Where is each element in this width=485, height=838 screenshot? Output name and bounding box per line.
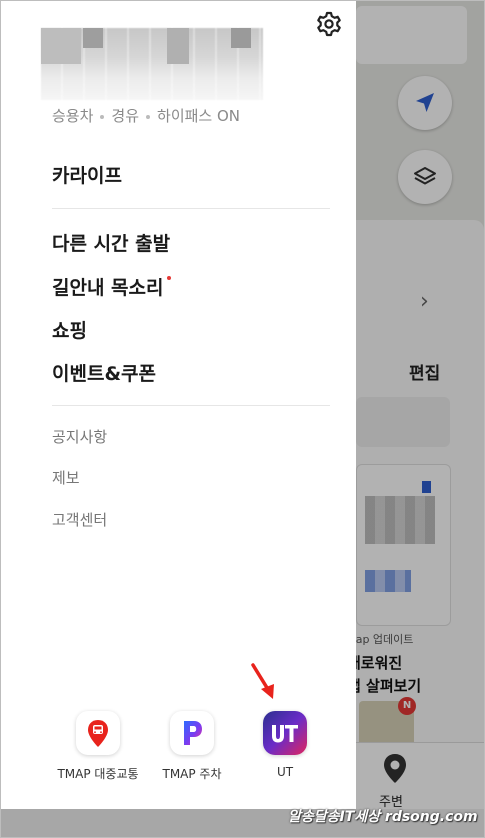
vehicle-type: 승용차 <box>52 107 94 125</box>
red-arrow-annotation <box>251 663 274 699</box>
menu-report[interactable]: 제보 <box>52 467 80 488</box>
shortcut-ut[interactable]: UT <box>235 711 335 779</box>
blur-block <box>231 28 251 48</box>
menu-events-coupons[interactable]: 이벤트&쿠폰 <box>52 359 156 386</box>
menu-notices[interactable]: 공지사항 <box>52 426 107 447</box>
blur-block <box>41 28 81 64</box>
shortcut-label: TMAP 대중교통 <box>57 767 139 781</box>
blur-block <box>83 28 103 48</box>
separator-dot <box>146 114 151 119</box>
gear-icon[interactable] <box>315 10 343 38</box>
shortcut-tmap-transit[interactable]: TMAP 대중교통 <box>48 711 148 782</box>
menu-guide-voice[interactable]: 길안내 목소리 <box>52 273 171 300</box>
side-drawer: 승용차 경유 하이패스 ON 카라이프 다른 시간 출발 길안내 목소리 쇼핑 이벤… <box>1 1 356 809</box>
new-indicator-dot <box>166 276 171 280</box>
shortcut-label: TMAP 주차 <box>162 767 222 781</box>
ut-logo-icon <box>263 711 307 755</box>
separator-dot <box>100 114 105 119</box>
divider <box>52 208 330 209</box>
shortcut-tmap-parking[interactable]: TMAP 주차 <box>142 711 242 782</box>
bus-stop-pin-icon <box>76 711 120 755</box>
menu-depart-later[interactable]: 다른 시간 출발 <box>52 229 170 256</box>
shortcut-label: UT <box>276 765 294 779</box>
divider <box>52 405 330 406</box>
hipass-status: 하이패스 ON <box>157 107 241 125</box>
menu-shopping[interactable]: 쇼핑 <box>52 316 87 343</box>
vehicle-info[interactable]: 승용차 경유 하이패스 ON <box>52 105 240 126</box>
parking-p-icon <box>170 711 214 755</box>
app-frame: › 편집 map 업데이트 새로워진 앱 살펴보기 N 주변 승용차 경유 하이… <box>0 0 485 838</box>
watermark: 알송달송IT세상 rdsong.com <box>288 809 478 825</box>
menu-customer-center[interactable]: 고객센터 <box>52 509 107 530</box>
blur-block <box>167 28 189 64</box>
menu-guide-voice-label: 길안내 목소리 <box>52 277 164 299</box>
fuel-type: 경유 <box>111 107 140 125</box>
menu-carlife[interactable]: 카라이프 <box>52 161 122 188</box>
